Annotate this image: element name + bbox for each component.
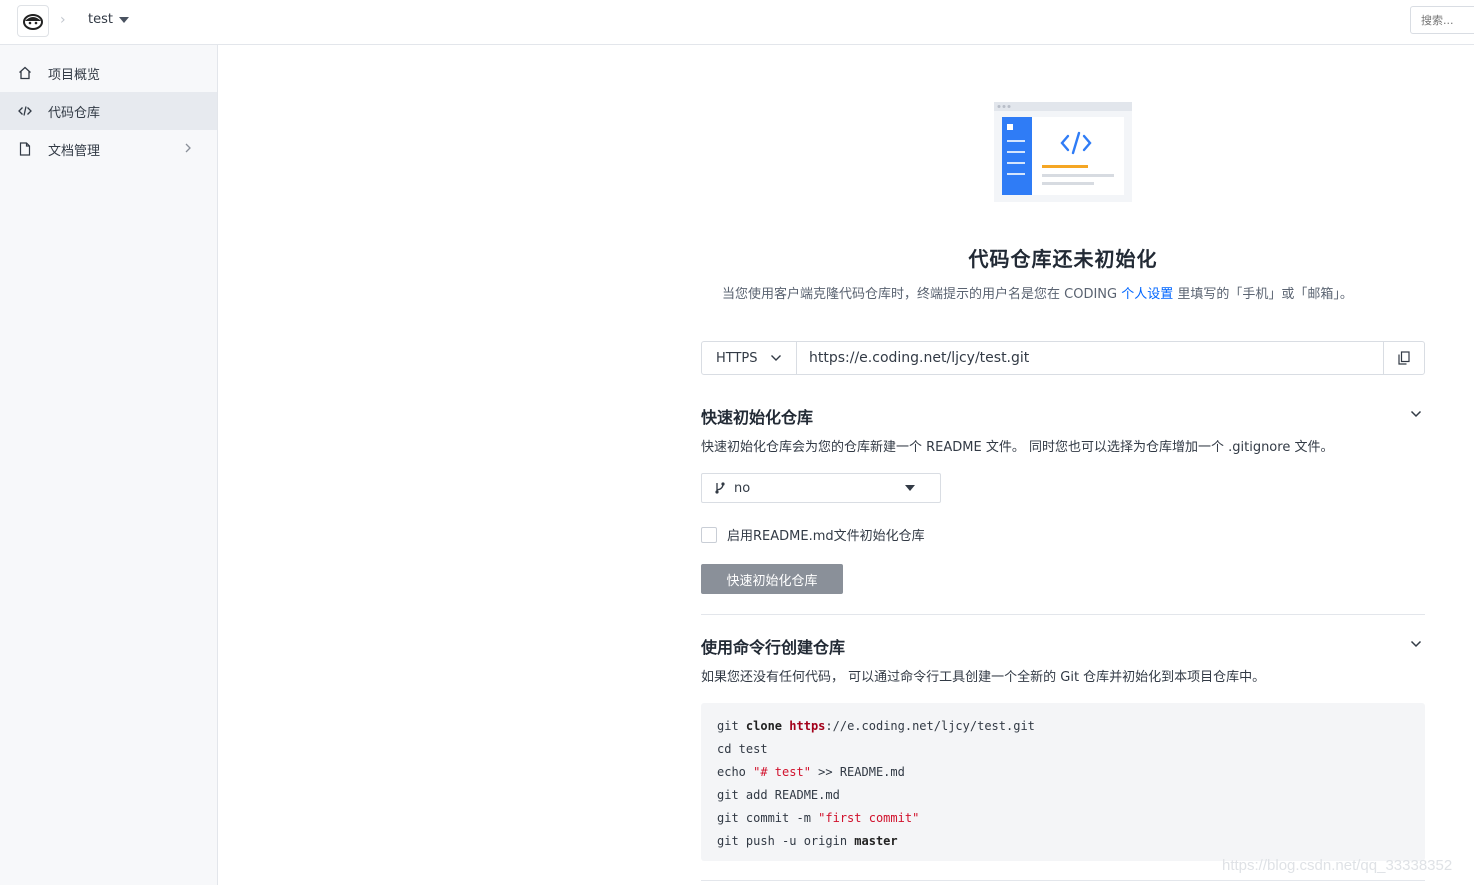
- empty-state-desc-text: 里填写的「手机」或「邮箱」。: [1173, 287, 1353, 302]
- collapse-cli-chevron-icon[interactable]: [1409, 637, 1423, 651]
- code-line: git commit -m "first commit": [717, 811, 920, 825]
- sidebar-item-docs[interactable]: 文档管理: [0, 130, 217, 168]
- quick-init-description: 快速初始化仓库会为您的仓库新建一个 README 文件。 同时您也可以选择为仓库…: [701, 440, 1334, 455]
- readme-checkbox-row: 启用README.md文件初始化仓库: [701, 525, 925, 544]
- personal-settings-link[interactable]: 个人设置: [1121, 287, 1173, 302]
- breadcrumb-separator-icon: ›: [60, 12, 66, 28]
- empty-state-title: 代码仓库还未初始化: [968, 247, 1158, 271]
- sidebar-item-overview[interactable]: 项目概览: [0, 54, 217, 92]
- project-name: test: [88, 12, 113, 27]
- project-switcher[interactable]: test: [88, 12, 129, 27]
- clone-url-field[interactable]: https://e.coding.net/ljcy/test.git: [797, 342, 1383, 374]
- clone-url-bar: HTTPS https://e.coding.net/ljcy/test.git: [701, 341, 1425, 375]
- cli-create-description: 如果您还没有任何代码， 可以通过命令行工具创建一个全新的 Git 仓库并初始化到…: [701, 670, 1266, 685]
- search-input[interactable]: [1410, 6, 1474, 34]
- cli-create-title: 使用命令行创建仓库: [701, 638, 846, 657]
- collapse-quick-init-chevron-icon[interactable]: [1409, 407, 1423, 421]
- quick-init-title: 快速初始化仓库: [701, 408, 814, 427]
- branch-icon: [715, 482, 725, 494]
- readme-checkbox-label: 启用README.md文件初始化仓库: [727, 529, 925, 544]
- code-line: cd test: [717, 742, 768, 756]
- top-bar: › test: [0, 0, 1474, 45]
- sidebar-item-label: 文档管理: [48, 143, 101, 159]
- coding-logo-icon: [23, 14, 43, 30]
- watermark: https://blog.csdn.net/qq_33338352: [1222, 857, 1453, 874]
- gitignore-select[interactable]: no: [701, 473, 941, 503]
- sidebar-item-code-repo[interactable]: 代码仓库: [0, 92, 217, 130]
- code-line: git add README.md: [717, 788, 840, 802]
- readme-checkbox[interactable]: [701, 526, 717, 543]
- gitignore-value: no: [734, 480, 751, 496]
- cli-code-block: git clone https://e.coding.net/ljcy/test…: [701, 703, 1425, 861]
- code-icon: [18, 104, 32, 118]
- document-icon: [18, 142, 32, 156]
- home-icon: [18, 66, 32, 80]
- code-line: git push -u origin master: [717, 834, 898, 848]
- section-divider: [701, 880, 1425, 881]
- chevron-down-icon: [771, 355, 781, 361]
- copy-icon: [1398, 351, 1410, 365]
- sidebar: 项目概览 代码仓库 文档管理: [0, 45, 218, 885]
- empty-repo-illustration: [994, 102, 1132, 202]
- section-divider: [701, 614, 1425, 615]
- code-line: git clone https://e.coding.net/ljcy/test…: [717, 719, 1035, 733]
- protocol-select[interactable]: HTTPS: [702, 342, 797, 374]
- sidebar-item-label: 代码仓库: [48, 105, 101, 121]
- caret-down-icon: [905, 485, 915, 491]
- sidebar-item-label: 项目概览: [48, 67, 101, 83]
- empty-state-description: 当您使用客户端克隆代码仓库时，终端提示的用户名是您在 CODING 个人设置 里…: [722, 283, 1353, 302]
- empty-state-desc-text: 当您使用客户端克隆代码仓库时，终端提示的用户名是您在 CODING: [722, 287, 1122, 302]
- logo[interactable]: [17, 5, 49, 37]
- caret-down-icon: [118, 16, 129, 23]
- code-line: echo "# test" >> README.md: [717, 765, 905, 779]
- protocol-value: HTTPS: [716, 350, 758, 366]
- chevron-right-icon: [183, 142, 193, 158]
- quick-init-button[interactable]: 快速初始化仓库: [701, 564, 843, 594]
- copy-button[interactable]: [1383, 342, 1424, 374]
